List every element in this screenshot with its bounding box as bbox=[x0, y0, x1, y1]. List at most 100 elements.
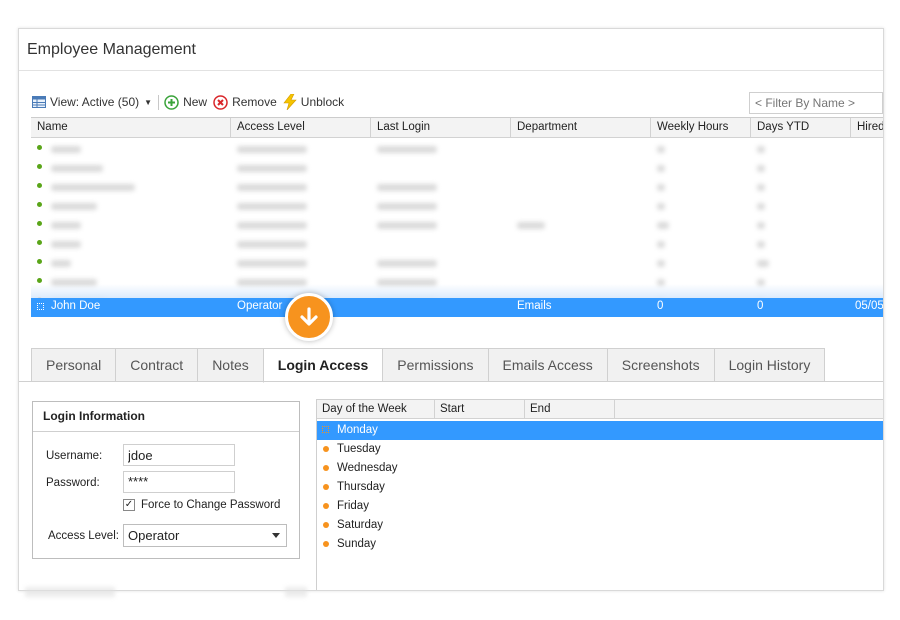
redacted-cell bbox=[757, 222, 765, 229]
new-button[interactable]: New bbox=[164, 94, 207, 110]
status-dot-icon bbox=[37, 221, 42, 226]
row-focus-marker bbox=[322, 426, 329, 433]
redacted-cell bbox=[377, 146, 437, 153]
tab-personal[interactable]: Personal bbox=[31, 348, 116, 382]
table-row[interactable] bbox=[31, 159, 883, 178]
day-row-friday[interactable]: Friday bbox=[317, 497, 883, 516]
tab-permissions[interactable]: Permissions bbox=[382, 348, 488, 382]
force-change-password-checkbox[interactable]: ✓ bbox=[123, 499, 135, 511]
table-view-icon bbox=[32, 96, 46, 108]
table-row[interactable] bbox=[31, 254, 883, 273]
day-name: Monday bbox=[337, 424, 378, 436]
column-header-day-of-week[interactable]: Day of the Week bbox=[317, 400, 435, 419]
table-row[interactable] bbox=[31, 140, 883, 159]
tab-contract[interactable]: Contract bbox=[115, 348, 198, 382]
column-header-hired[interactable]: Hired bbox=[851, 118, 883, 138]
grid-header: Name Access Level Last Login Department … bbox=[31, 118, 883, 138]
view-label: View: Active (50) bbox=[50, 95, 140, 109]
toolbar-divider bbox=[158, 94, 160, 110]
day-name: Saturday bbox=[337, 519, 384, 531]
day-row-saturday[interactable]: Saturday bbox=[317, 516, 883, 535]
status-dot-icon bbox=[323, 484, 329, 490]
column-header-last-login[interactable]: Last Login bbox=[371, 118, 511, 138]
employee-management-window: Employee Management View: Active (50) ▼ … bbox=[18, 28, 884, 591]
column-header-start[interactable]: Start bbox=[435, 400, 525, 419]
filter-by-name-input[interactable] bbox=[749, 92, 883, 114]
schedule-grid: Day of the Week Start End Monday Tuesday… bbox=[316, 399, 883, 590]
table-row[interactable] bbox=[31, 197, 883, 216]
column-header-access-level[interactable]: Access Level bbox=[231, 118, 371, 138]
redacted-cell bbox=[657, 260, 665, 267]
table-row[interactable] bbox=[31, 216, 883, 235]
redacted-cell bbox=[237, 146, 307, 153]
redacted-cell bbox=[657, 165, 665, 172]
tab-login-access[interactable]: Login Access bbox=[262, 348, 383, 383]
unblock-label: Unblock bbox=[300, 95, 345, 109]
status-dot-icon bbox=[323, 503, 329, 509]
column-header-weekly-hours[interactable]: Weekly Hours bbox=[651, 118, 751, 138]
tab-notes[interactable]: Notes bbox=[197, 348, 263, 382]
redacted-cell bbox=[757, 241, 765, 248]
redacted-cell bbox=[51, 260, 71, 267]
access-level-label: Access Level: bbox=[48, 530, 119, 542]
redacted-cell bbox=[237, 203, 307, 210]
arrow-down-glyph bbox=[300, 307, 318, 326]
tab-emails-access[interactable]: Emails Access bbox=[487, 348, 607, 382]
day-row-tuesday[interactable]: Tuesday bbox=[317, 440, 883, 459]
status-dot-icon bbox=[37, 278, 42, 283]
toolbar: View: Active (50) ▼ New Remove Unblock bbox=[32, 92, 350, 112]
redacted-cell bbox=[657, 146, 665, 153]
column-header-days-ytd[interactable]: Days YTD bbox=[751, 118, 851, 138]
access-level-select[interactable]: Operator bbox=[123, 524, 287, 547]
selected-employee-row[interactable]: John Doe Operator Emails 0 0 05/05 bbox=[31, 298, 883, 317]
day-name: Sunday bbox=[337, 538, 377, 550]
day-row-wednesday[interactable]: Wednesday bbox=[317, 459, 883, 478]
column-header-department[interactable]: Department bbox=[511, 118, 651, 138]
redacted-cell bbox=[237, 165, 307, 172]
redacted-cell bbox=[517, 222, 545, 229]
row-focus-marker bbox=[37, 303, 44, 310]
force-change-password-label: Force to Change Password bbox=[141, 499, 281, 511]
tab-screenshots[interactable]: Screenshots bbox=[606, 348, 714, 382]
day-row-sunday[interactable]: Sunday bbox=[317, 535, 883, 554]
status-dot-icon bbox=[37, 145, 42, 150]
login-information-panel: Login Information Username: Password: **… bbox=[32, 401, 300, 559]
arrow-down-icon bbox=[285, 293, 333, 341]
redacted-cell bbox=[757, 203, 765, 210]
username-label: Username: bbox=[46, 450, 103, 462]
chevron-down-icon bbox=[272, 533, 280, 538]
reflection-decoration bbox=[25, 587, 115, 597]
redacted-cell bbox=[237, 184, 307, 191]
redacted-cell bbox=[237, 241, 307, 248]
day-name: Friday bbox=[337, 500, 369, 512]
username-input[interactable] bbox=[123, 444, 235, 466]
day-row-thursday[interactable]: Thursday bbox=[317, 478, 883, 497]
redacted-cell bbox=[757, 260, 769, 267]
redacted-cell bbox=[757, 146, 765, 153]
remove-button[interactable]: Remove bbox=[213, 94, 277, 110]
detail-tabs: Personal Contract Notes Login Access Per… bbox=[31, 348, 826, 383]
password-input[interactable]: **** bbox=[123, 471, 235, 493]
redacted-cell bbox=[657, 184, 665, 191]
redacted-cell bbox=[51, 222, 81, 229]
unblock-button[interactable]: Unblock bbox=[283, 94, 344, 110]
redacted-cell bbox=[377, 222, 437, 229]
redacted-cell bbox=[51, 146, 81, 153]
redacted-cell bbox=[377, 260, 437, 267]
schedule-header-filler bbox=[615, 400, 883, 419]
row-department: Emails bbox=[517, 300, 552, 312]
status-dot-icon bbox=[37, 259, 42, 264]
view-selector[interactable]: View: Active (50) ▼ bbox=[32, 95, 152, 109]
redacted-cell bbox=[757, 165, 765, 172]
selection-glow bbox=[31, 284, 883, 298]
table-row[interactable] bbox=[31, 178, 883, 197]
table-row[interactable] bbox=[31, 235, 883, 254]
column-header-name[interactable]: Name bbox=[31, 118, 231, 138]
row-name: John Doe bbox=[51, 300, 101, 312]
column-header-end[interactable]: End bbox=[525, 400, 615, 419]
redacted-cell bbox=[51, 184, 135, 191]
redacted-cell bbox=[377, 184, 437, 191]
tab-login-history[interactable]: Login History bbox=[713, 348, 826, 382]
day-row-monday[interactable]: Monday bbox=[317, 421, 883, 440]
redacted-cell bbox=[51, 203, 97, 210]
